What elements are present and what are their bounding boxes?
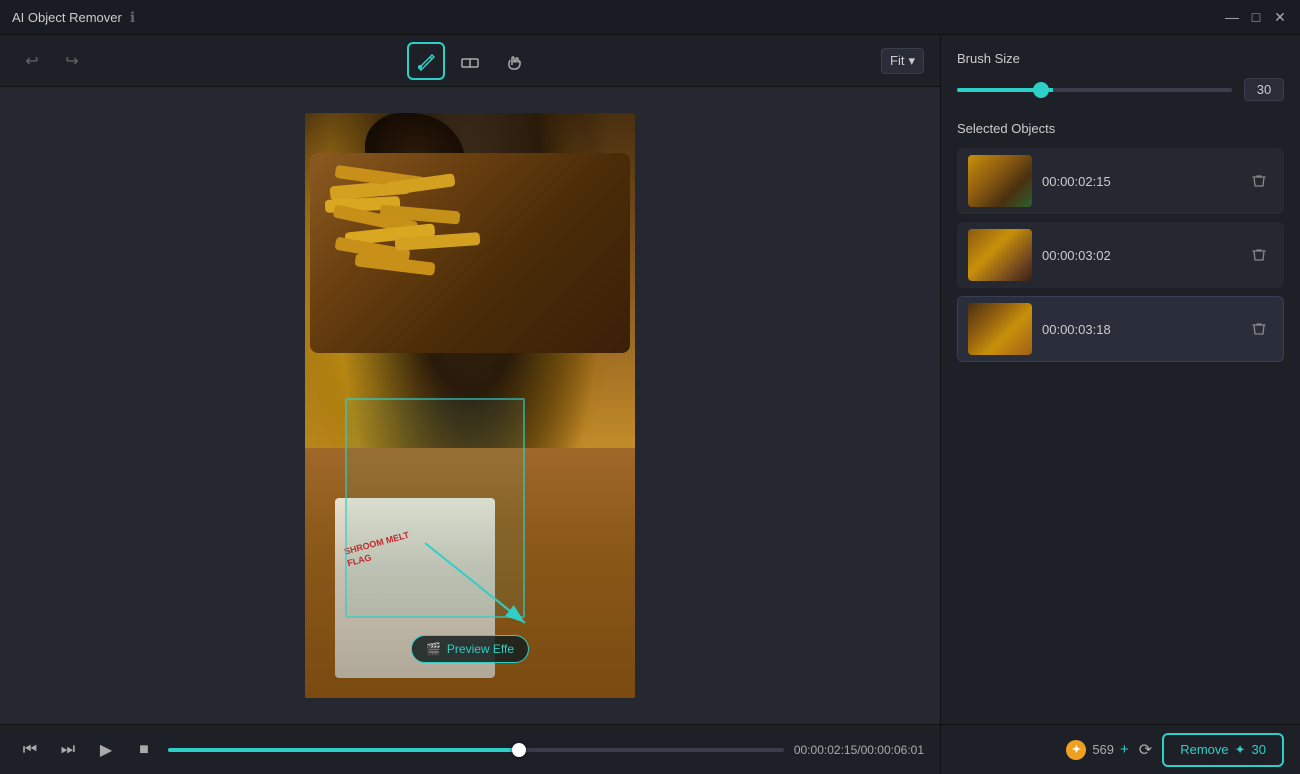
canvas-area: SHROOM MELTFLAG	[0, 87, 940, 724]
step-back-button[interactable]: ⏭	[54, 736, 82, 764]
toolbar-tools	[407, 42, 533, 80]
brush-size-section: Brush Size 30	[957, 51, 1284, 101]
timeline-track[interactable]	[168, 748, 784, 752]
preview-effect-button[interactable]: 🎬 Preview Effe	[411, 635, 529, 663]
remove-count: 30	[1252, 742, 1266, 757]
main-layout: ↩ ↪	[0, 35, 1300, 774]
minimize-button[interactable]: —	[1224, 9, 1240, 25]
remove-button[interactable]: Remove ✦ 30	[1162, 733, 1284, 767]
selected-objects-label: Selected Objects	[957, 121, 1284, 136]
fit-select[interactable]: Fit ▾	[881, 48, 924, 74]
undo-button[interactable]: ↩	[16, 45, 48, 77]
brush-size-label: Brush Size	[957, 51, 1284, 66]
brush-icon	[416, 51, 436, 71]
wooden-tray	[310, 153, 630, 353]
toolbar-fit: Fit ▾	[881, 48, 924, 74]
delete-object-2-button[interactable]	[1245, 241, 1273, 269]
preview-icon: 🎬	[426, 642, 441, 656]
video-preview: SHROOM MELTFLAG	[305, 113, 635, 698]
playback-bar: ⏮ ⏭ ▶ ■ 00:00:02:15/00:00:06:01	[0, 724, 940, 774]
eraser-icon	[460, 51, 480, 71]
skip-back-button[interactable]: ⏮	[16, 736, 44, 764]
toolbar: ↩ ↪	[0, 35, 940, 87]
credits-add-button[interactable]: +	[1120, 741, 1129, 758]
window-controls: — □ ✕	[1224, 9, 1288, 25]
remove-icon: ✦	[1235, 742, 1246, 758]
object-item-2[interactable]: 00:00:03:02	[957, 222, 1284, 288]
credits-count: 569	[1092, 742, 1114, 757]
credits-display: ✦ 569 +	[1066, 740, 1128, 760]
object-thumb-1	[968, 155, 1032, 207]
stop-button[interactable]: ■	[130, 736, 158, 764]
object-time-2: 00:00:03:02	[1042, 248, 1235, 263]
credits-icon: ✦	[1066, 740, 1086, 760]
object-time-1: 00:00:02:15	[1042, 174, 1235, 189]
object-thumb-2	[968, 229, 1032, 281]
fries-container	[325, 163, 615, 293]
timeline-thumb[interactable]	[512, 743, 526, 757]
object-thumb-3	[968, 303, 1032, 355]
trash-icon-3	[1251, 321, 1267, 337]
object-time-3: 00:00:03:18	[1042, 322, 1235, 337]
hand-icon	[504, 51, 524, 71]
maximize-button[interactable]: □	[1248, 9, 1264, 25]
eraser-tool-button[interactable]	[451, 42, 489, 80]
info-icon[interactable]: ℹ	[130, 9, 135, 26]
brush-size-input[interactable]: 30	[1244, 78, 1284, 101]
right-panel: Brush Size 30 Selected Objects 00:00:02:…	[940, 35, 1300, 774]
play-button[interactable]: ▶	[92, 736, 120, 764]
remove-label: Remove	[1180, 742, 1228, 757]
title-bar-left: AI Object Remover ℹ	[12, 9, 135, 26]
object-item-3[interactable]: 00:00:03:18	[957, 296, 1284, 362]
selected-objects-section: Selected Objects 00:00:02:15	[957, 121, 1284, 362]
delete-object-3-button[interactable]	[1245, 315, 1273, 343]
refresh-button[interactable]: ⟳	[1139, 740, 1152, 760]
food-background: SHROOM MELTFLAG	[305, 113, 635, 698]
pan-tool-button[interactable]	[495, 42, 533, 80]
brush-slider-row: 30	[957, 78, 1284, 101]
action-bar: ✦ 569 + ⟳ Remove ✦ 30	[941, 724, 1300, 774]
preview-label: Preview Effe	[447, 642, 514, 656]
panel-content: Brush Size 30 Selected Objects 00:00:02:…	[941, 35, 1300, 724]
trash-icon-1	[1251, 173, 1267, 189]
toolbar-history: ↩ ↪	[16, 45, 88, 77]
timeline-fill	[168, 748, 519, 752]
close-button[interactable]: ✕	[1272, 9, 1288, 25]
brush-size-slider[interactable]	[957, 88, 1232, 92]
teal-selection-overlay	[345, 398, 525, 618]
redo-button[interactable]: ↪	[56, 45, 88, 77]
objects-list: 00:00:02:15 00:00:03:02	[957, 148, 1284, 362]
time-display: 00:00:02:15/00:00:06:01	[794, 743, 924, 757]
center-area: ↩ ↪	[0, 35, 940, 774]
app-title: AI Object Remover	[12, 10, 122, 25]
title-bar: AI Object Remover ℹ — □ ✕	[0, 0, 1300, 35]
object-item-1[interactable]: 00:00:02:15	[957, 148, 1284, 214]
trash-icon-2	[1251, 247, 1267, 263]
brush-tool-button[interactable]	[407, 42, 445, 80]
delete-object-1-button[interactable]	[1245, 167, 1273, 195]
